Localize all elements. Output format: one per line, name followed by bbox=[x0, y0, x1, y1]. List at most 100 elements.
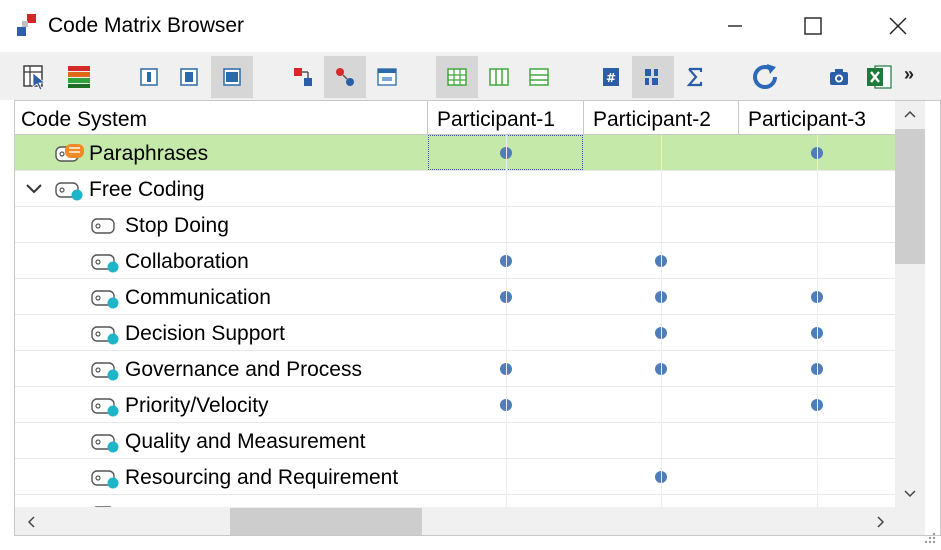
matrix-row[interactable]: Paraphrases bbox=[15, 135, 895, 171]
code-tag-colored-icon bbox=[55, 180, 85, 202]
grid-header: Code System Participant-1 Participant-2 … bbox=[15, 101, 895, 135]
matrix-row[interactable]: Decision Support bbox=[15, 315, 895, 351]
code-label: Collaboration bbox=[125, 250, 249, 273]
toolbar-overflow-button[interactable]: » bbox=[904, 64, 914, 85]
number-123-button[interactable] bbox=[366, 56, 408, 98]
doc-view-1-icon bbox=[140, 68, 158, 86]
column-guide bbox=[506, 135, 507, 507]
matrix-row[interactable]: Quality and Measurement bbox=[15, 423, 895, 459]
header-participant-2[interactable]: Participant-2 bbox=[593, 101, 737, 135]
code-label: Quality and Measurement bbox=[125, 430, 366, 453]
column-guide bbox=[661, 135, 662, 507]
close-icon bbox=[889, 17, 907, 35]
refresh-button[interactable] bbox=[744, 56, 786, 98]
code-label: Resourcing and Requirement bbox=[125, 466, 399, 489]
row-view-icon bbox=[529, 68, 549, 86]
doc-view-2-button[interactable] bbox=[168, 56, 210, 98]
column-view-button[interactable] bbox=[478, 56, 520, 98]
matrix-row[interactable]: Communication bbox=[15, 279, 895, 315]
code-hierarchy-icon bbox=[336, 68, 354, 86]
scroll-left-button[interactable] bbox=[19, 507, 43, 535]
expand-chevron-icon[interactable] bbox=[25, 181, 43, 197]
grid-view-icon bbox=[447, 68, 467, 86]
hash-icon: # bbox=[603, 68, 619, 86]
code-label: Governance and Process bbox=[125, 358, 362, 381]
doc-view-3-icon bbox=[223, 68, 241, 86]
vertical-scroll-thumb[interactable] bbox=[895, 129, 925, 264]
chevron-right-icon bbox=[877, 516, 885, 528]
code-link-button[interactable] bbox=[282, 56, 324, 98]
paraphrase-icon bbox=[55, 144, 85, 166]
chevron-down-icon bbox=[904, 490, 916, 498]
column-guide bbox=[817, 135, 818, 507]
matrix-row[interactable]: Free Coding bbox=[15, 171, 895, 207]
header-separator bbox=[427, 101, 428, 135]
number-123-icon bbox=[377, 68, 397, 86]
app-logo-icon bbox=[17, 14, 36, 36]
excel-export-button[interactable] bbox=[858, 56, 900, 98]
code-tag-colored-icon bbox=[91, 432, 121, 454]
scroll-right-button[interactable] bbox=[869, 507, 893, 535]
doc-view-2-icon bbox=[180, 68, 198, 86]
code-tag-colored-icon bbox=[91, 360, 121, 382]
header-participant-1[interactable]: Participant-1 bbox=[437, 101, 581, 135]
scroll-down-button[interactable] bbox=[895, 481, 925, 507]
matrix-rows: Paraphrases Free Coding Stop Doing Collabor… bbox=[15, 135, 895, 507]
doc-view-3-button[interactable] bbox=[211, 56, 253, 98]
code-label: Priority/Velocity bbox=[125, 394, 269, 417]
refresh-icon bbox=[753, 64, 777, 89]
horizontal-scroll-thumb[interactable] bbox=[230, 508, 422, 535]
chevron-up-icon bbox=[904, 110, 916, 118]
chevron-left-icon bbox=[27, 516, 35, 528]
matrix-row[interactable]: Collaboration bbox=[15, 243, 895, 279]
code-colors-icon bbox=[68, 66, 90, 88]
column-view-icon bbox=[489, 68, 509, 86]
binary-icon bbox=[645, 69, 658, 85]
grid-view-button[interactable] bbox=[436, 56, 478, 98]
sigma-button[interactable] bbox=[674, 56, 716, 98]
horizontal-scrollbar[interactable] bbox=[15, 507, 895, 535]
maximize-button[interactable] bbox=[790, 8, 836, 44]
matrix-row[interactable]: Priority/Velocity bbox=[15, 387, 895, 423]
header-participant-3[interactable]: Participant-3 bbox=[748, 101, 893, 135]
select-cursor-icon bbox=[23, 65, 47, 91]
code-tag-colored-icon bbox=[91, 288, 121, 310]
binary-button[interactable] bbox=[632, 56, 674, 98]
matrix-row[interactable]: Resourcing and Requirement bbox=[15, 459, 895, 495]
code-colors-button[interactable] bbox=[58, 56, 100, 98]
sigma-icon bbox=[686, 67, 703, 87]
select-cursor-button[interactable] bbox=[14, 56, 56, 98]
code-tag-colored-icon bbox=[91, 468, 121, 490]
header-code-system[interactable]: Code System bbox=[21, 101, 421, 135]
camera-button[interactable] bbox=[818, 56, 860, 98]
vertical-scrollbar[interactable] bbox=[895, 101, 925, 507]
code-tag-colored-icon bbox=[91, 396, 121, 418]
row-view-button[interactable] bbox=[518, 56, 560, 98]
matrix-row[interactable] bbox=[15, 495, 895, 507]
code-label: Communication bbox=[125, 286, 271, 309]
toolbar: # » bbox=[0, 52, 941, 100]
code-label: Paraphrases bbox=[89, 142, 209, 165]
camera-icon bbox=[830, 69, 848, 85]
header-separator bbox=[738, 101, 739, 135]
window-title: Code Matrix Browser bbox=[48, 14, 245, 37]
hash-button[interactable]: # bbox=[590, 56, 632, 98]
matrix-row[interactable]: Governance and Process bbox=[15, 351, 895, 387]
svg-text:#: # bbox=[606, 71, 616, 85]
doc-view-1-button[interactable] bbox=[128, 56, 170, 98]
maximize-icon bbox=[804, 17, 822, 35]
code-label: Stop Doing bbox=[125, 214, 229, 237]
minimize-button[interactable] bbox=[712, 8, 758, 44]
code-hierarchy-button[interactable] bbox=[324, 56, 366, 98]
code-tag-icon bbox=[91, 216, 121, 238]
code-label: Free Coding bbox=[89, 178, 205, 201]
matrix-row[interactable]: Stop Doing bbox=[15, 207, 895, 243]
scroll-up-button[interactable] bbox=[895, 101, 925, 127]
resize-grip-icon[interactable] bbox=[918, 530, 938, 548]
title-bar: Code Matrix Browser bbox=[0, 0, 941, 52]
code-matrix-grid: Code System Participant-1 Participant-2 … bbox=[14, 100, 941, 536]
code-tag-colored-icon bbox=[91, 324, 121, 346]
close-button[interactable] bbox=[875, 8, 921, 44]
code-link-icon bbox=[294, 68, 312, 86]
header-separator bbox=[583, 101, 584, 135]
